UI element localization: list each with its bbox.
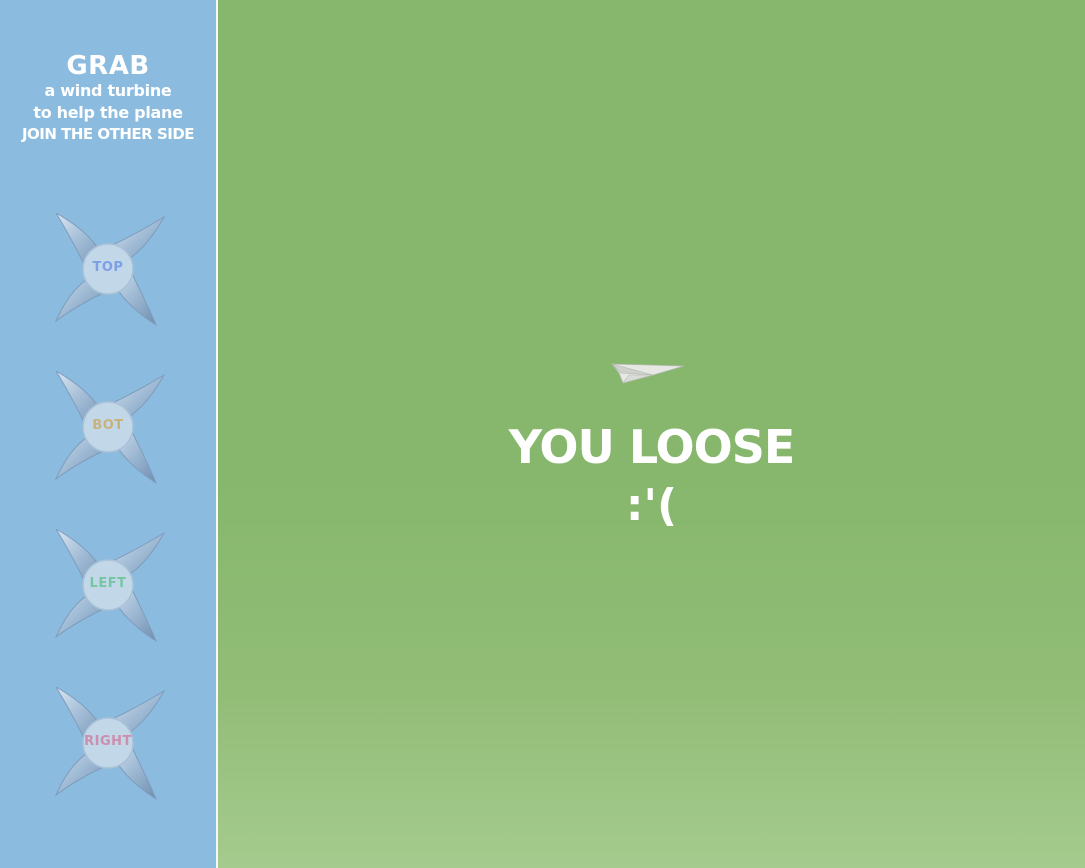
turbine-left-label: LEFT	[89, 576, 127, 591]
game-area: YOU LOOSE :'(	[218, 0, 1085, 868]
turbine-right-label: RIGHT	[84, 734, 132, 749]
turbine-bot-label: BOT	[92, 418, 124, 433]
instructions: GRAB a wind turbine to help the plane JO…	[0, 52, 216, 144]
result-face: :'(	[625, 480, 678, 531]
turbine-bot[interactable]: BOT	[54, 371, 166, 485]
sidebar: GRAB a wind turbine to help the plane JO…	[0, 0, 218, 868]
turbine-right[interactable]: RIGHT	[54, 687, 166, 801]
turbine-top[interactable]: TOP	[54, 213, 166, 327]
turbine-left[interactable]: LEFT	[54, 529, 166, 643]
instructions-line-2: to help the plane	[33, 103, 183, 122]
instructions-line-1: a wind turbine	[44, 81, 172, 100]
turbine-top-label: TOP	[92, 260, 124, 275]
instructions-line-3: JOIN THE OTHER SIDE	[21, 125, 195, 143]
result-title: YOU LOOSE	[508, 420, 796, 474]
instructions-grab: GRAB	[66, 51, 150, 81]
paper-plane-icon	[611, 363, 685, 384]
